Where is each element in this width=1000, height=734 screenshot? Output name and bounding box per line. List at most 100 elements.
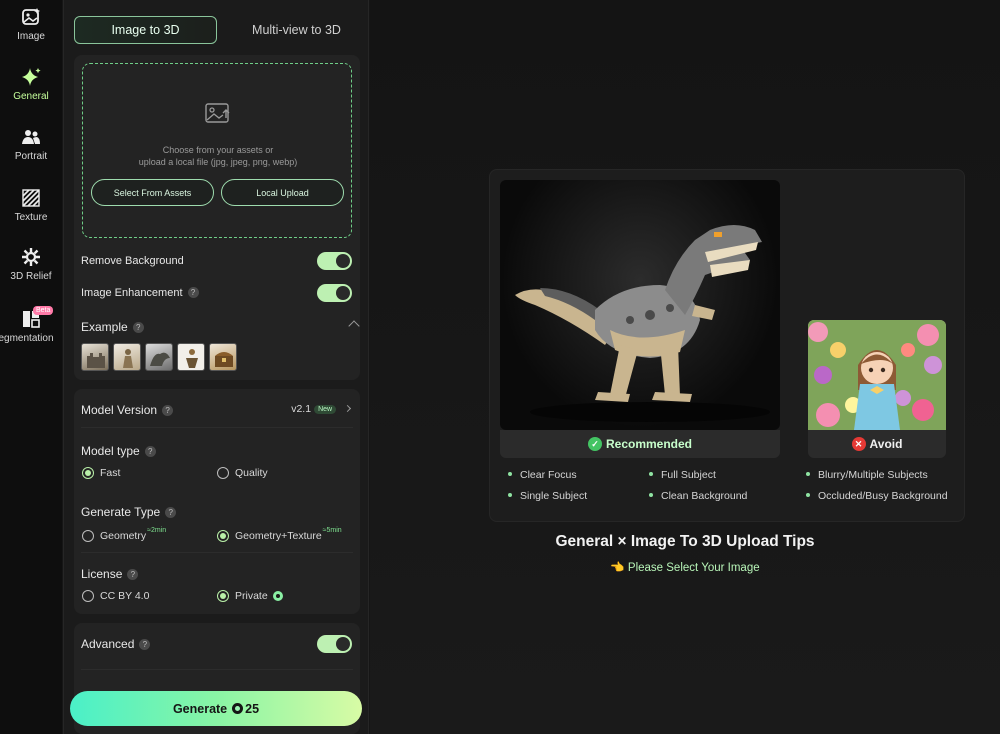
divider [81, 427, 353, 428]
coin-icon [272, 591, 283, 601]
good-tip: Clean Background [649, 490, 747, 502]
upload-hint-line2: upload a local file (jpg, jpeg, png, web… [138, 157, 298, 167]
upload-card: Choose from your assets or upload a loca… [74, 55, 360, 380]
recommended-example-image [500, 180, 780, 430]
rail-item-image[interactable]: Image [0, 6, 62, 42]
avoid-label: Avoid [869, 437, 903, 451]
radio-dot [82, 467, 94, 479]
rail-item-label: Portrait [14, 151, 48, 162]
rail-item-texture[interactable]: Texture [0, 187, 62, 223]
upload-hint-line1: Choose from your assets or [162, 145, 274, 155]
select-from-assets-button[interactable]: Select From Assets [91, 179, 214, 206]
check-icon: ✓ [587, 437, 602, 451]
rail-item-general[interactable]: General [0, 66, 62, 102]
rail-item-label: 3D Relief [10, 271, 52, 282]
radio-label: CC BY 4.0 [100, 590, 150, 602]
model-type-quality-radio[interactable]: Quality [217, 467, 268, 479]
model-type-fast-radio[interactable]: Fast [82, 467, 120, 479]
local-upload-button[interactable]: Local Upload [221, 179, 344, 206]
generate-label: Generate [172, 701, 228, 716]
image-enhancement-toggle[interactable] [317, 284, 352, 302]
license-private-radio[interactable]: Private [217, 590, 283, 602]
time-estimate: ≈2min [147, 526, 167, 534]
recommended-label-bar: ✓ Recommended [500, 430, 780, 458]
radio-dot [217, 530, 229, 542]
example-thumbnail[interactable] [113, 343, 141, 371]
gear-icon [22, 248, 40, 266]
stripes-icon [22, 189, 40, 207]
help-icon[interactable]: ? [162, 405, 174, 416]
avoid-example-image [808, 320, 946, 430]
sparkle-icon [22, 68, 41, 86]
tips-subtitle: 👈 Please Select Your Image [370, 560, 1000, 574]
generate-button[interactable]: Generate 25 [70, 691, 362, 726]
model-version-select[interactable]: v2.1 New [291, 403, 352, 415]
model-settings-card: Model Version? v2.1 New Model type? Fast … [74, 389, 360, 614]
tab-multiview-to-3d[interactable]: Multi-view to 3D [225, 16, 368, 44]
example-thumbnail[interactable] [145, 343, 173, 371]
model-type-row: Model type? [81, 444, 156, 458]
example-row: Example? [81, 320, 144, 334]
mode-tabs: Image to 3D Multi-view to 3D [74, 16, 360, 46]
dragon-icon [150, 352, 170, 366]
model-version-label: Model Version [81, 403, 158, 417]
radio-dot [82, 530, 94, 542]
x-mark-icon: ✕ [851, 437, 866, 451]
settings-panel: Image to 3D Multi-view to 3D Choose from… [63, 0, 369, 734]
help-icon[interactable]: ? [127, 569, 139, 580]
rail-item-label: Texture [14, 212, 48, 223]
help-icon[interactable]: ? [132, 322, 144, 333]
advanced-toggle[interactable] [317, 635, 352, 653]
image-upload-icon [205, 103, 230, 123]
pointing-hand-icon: 👈 [610, 562, 625, 574]
upload-tips-card: ✓ Recommended ✕ Avoid Clear Focus Full S… [489, 169, 965, 522]
example-thumbnail[interactable] [81, 343, 109, 371]
advanced-row: Advanced? [81, 637, 151, 651]
avoid-label-bar: ✕ Avoid [808, 430, 946, 458]
generate-type-label: Generate Type [81, 505, 161, 519]
model-type-label: Model type [81, 444, 140, 458]
radio-label: Geometry+Texture [235, 530, 322, 542]
upload-dropzone[interactable]: Choose from your assets or upload a loca… [82, 63, 352, 238]
rail-item-segmentation[interactable]: Beta egmentation [0, 306, 62, 344]
remove-background-toggle[interactable] [317, 252, 352, 270]
example-thumbnail[interactable] [177, 343, 205, 371]
license-cc-radio[interactable]: CC BY 4.0 [82, 590, 149, 602]
advanced-label: Advanced [81, 637, 135, 651]
rail-item-portrait[interactable]: Portrait [0, 126, 62, 162]
license-label: License [81, 567, 123, 581]
generate-type-geometry-radio[interactable]: Geometry ≈2min [82, 526, 167, 542]
example-thumbnail[interactable] [209, 343, 237, 371]
figure-icon [123, 349, 133, 368]
radio-dot [217, 467, 229, 479]
tab-image-to-3d[interactable]: Image to 3D [74, 16, 217, 44]
recommended-label: Recommended [605, 437, 693, 451]
people-icon [22, 130, 40, 144]
bad-tip: Occluded/Busy Background [806, 490, 948, 502]
radio-dot [82, 590, 94, 602]
radio-label: Quality [235, 467, 268, 479]
rail-item-label: Image [17, 31, 45, 42]
castle-icon [87, 353, 105, 368]
chevron-right-icon [343, 404, 352, 413]
divider [81, 552, 353, 553]
good-tip: Full Subject [649, 469, 716, 481]
character-icon [186, 349, 198, 368]
help-icon[interactable]: ? [144, 446, 156, 457]
rail-item-3d-relief[interactable]: 3D Relief [0, 246, 62, 282]
help-icon[interactable]: ? [165, 507, 177, 518]
good-tip: Single Subject [508, 490, 587, 502]
license-row: License? [81, 567, 139, 581]
generate-type-row: Generate Type? [81, 505, 177, 519]
radio-label: Geometry [100, 530, 147, 542]
generate-type-geometry-texture-radio[interactable]: Geometry+Texture ≈5min [217, 527, 342, 542]
new-badge: New [314, 405, 337, 414]
help-icon[interactable]: ? [139, 639, 151, 650]
model-version-row: Model Version? [81, 403, 174, 417]
image-enhancement-row: Image Enhancement? [81, 287, 199, 299]
upload-hint: Choose from your assets or upload a loca… [83, 144, 353, 168]
flower-girl-illustration [808, 320, 946, 430]
bad-tip: Blurry/Multiple Subjects [806, 469, 928, 481]
tips-subtitle-text: Please Select Your Image [627, 562, 760, 574]
help-icon[interactable]: ? [187, 287, 199, 298]
